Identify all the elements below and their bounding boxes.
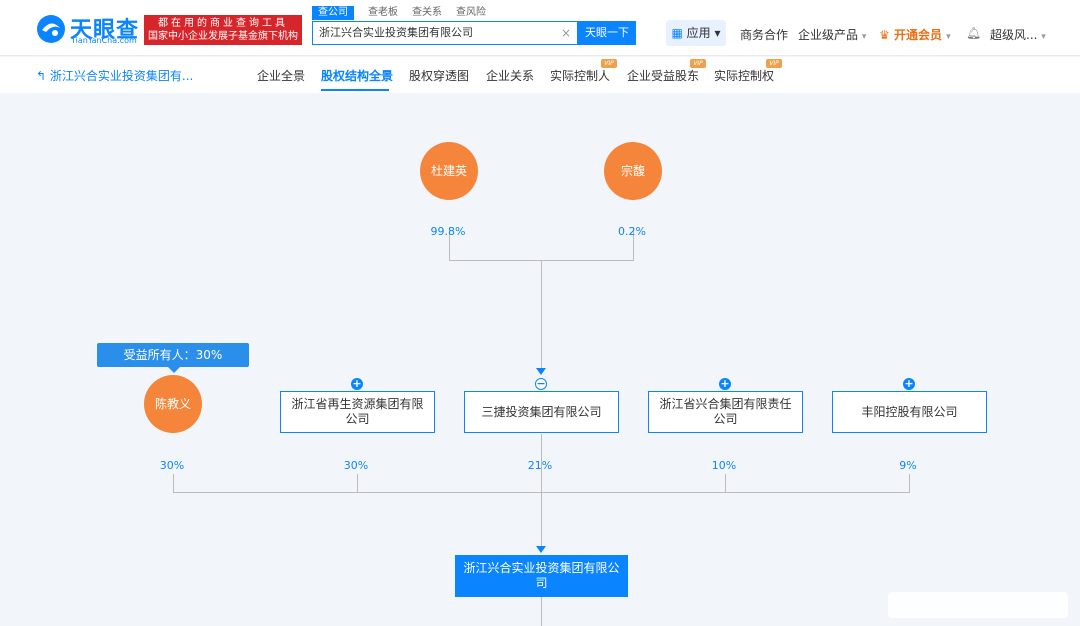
- beneficial-owner-tooltip: 受益所有人：30%: [97, 343, 249, 367]
- nav-business[interactable]: 商务合作: [740, 26, 788, 43]
- back-arrow-icon: ↰: [36, 69, 47, 83]
- collapse-minus-icon[interactable]: −: [535, 378, 547, 390]
- shareholder-company-node[interactable]: 丰阳控股有限公司: [832, 391, 987, 433]
- expand-plus-icon[interactable]: +: [351, 378, 363, 390]
- search-tab-boss[interactable]: 查老板: [368, 6, 398, 20]
- user-menu[interactable]: 超级风... ▾: [990, 26, 1046, 43]
- shareholder-person-node[interactable]: 杜建英: [420, 142, 478, 200]
- search-tab-risk[interactable]: 查风险: [456, 6, 486, 20]
- share-percentage: 99.8%: [430, 225, 466, 238]
- caret-down-icon: ▾: [714, 26, 721, 40]
- share-percentage: 30%: [343, 459, 369, 472]
- share-percentage: 9%: [899, 459, 917, 472]
- slogan-line1: 都在用的商业查询工具: [158, 18, 288, 29]
- target-company-node[interactable]: 浙江兴合实业投资集团有限公司: [455, 555, 628, 597]
- nav-open-vip-label: 开通会员: [893, 28, 942, 42]
- tianyancha-logo-icon[interactable]: [36, 14, 66, 44]
- connector-line: [541, 597, 542, 626]
- tab-overview[interactable]: 企业全景: [257, 67, 305, 84]
- shareholder-company-node[interactable]: 浙江省兴合集团有限责任公司: [648, 391, 803, 433]
- nav-enterprise-products[interactable]: 企业级产品 ▾: [798, 26, 866, 43]
- tab-control-rights[interactable]: 实际控制权: [714, 67, 774, 84]
- connector-line: [541, 434, 542, 546]
- back-link-label: 浙江兴合实业投资集团有...: [49, 69, 194, 83]
- search-tab-relation[interactable]: 查关系: [412, 6, 442, 20]
- shareholder-person-node[interactable]: 陈教义: [144, 375, 202, 433]
- slogan-line2: 国家中小企业发展子基金旗下机构: [148, 31, 298, 42]
- clear-icon[interactable]: ×: [561, 22, 571, 44]
- watermark-overlay: [888, 592, 1068, 618]
- arrow-down-icon: [536, 368, 546, 375]
- apps-button-label: 应用: [686, 26, 711, 40]
- nav-open-vip[interactable]: ♛ 开通会员 ▾: [879, 26, 951, 43]
- shareholder-company-node[interactable]: 三捷投资集团有限公司: [464, 391, 619, 433]
- search-input[interactable]: 浙江兴合实业投资集团有限公司 ×: [312, 21, 578, 45]
- vip-badge: VIP: [601, 59, 617, 68]
- top-header: 天眼查 TianYanCha.com 都在用的商业查询工具 国家中小企业发展子基…: [0, 0, 1080, 56]
- vip-badge: VIP: [690, 59, 706, 68]
- active-tab-indicator: [321, 89, 389, 91]
- tooltip-pointer: [168, 367, 180, 373]
- tab-equity-penetration[interactable]: 股权穿透图: [409, 67, 469, 84]
- bell-icon[interactable]: 🔔︎: [966, 26, 981, 40]
- connector-line: [541, 260, 542, 370]
- tab-relations[interactable]: 企业关系: [486, 67, 534, 84]
- user-name: 超级风...: [990, 28, 1038, 42]
- connector-line: [357, 474, 358, 492]
- search-button[interactable]: 天眼一下: [578, 21, 636, 45]
- search-type-tabs: 查公司 查老板 查关系 查风险: [312, 6, 500, 20]
- arrow-down-icon: [536, 546, 546, 553]
- shareholder-person-node[interactable]: 宗馥: [604, 142, 662, 200]
- logo-subtext: TianYanCha.com: [71, 36, 137, 45]
- share-percentage: 21%: [527, 459, 553, 472]
- company-subnav: ↰ 浙江兴合实业投资集团有... 企业全景 股权结构全景 股权穿透图 企业关系 …: [0, 57, 1080, 93]
- slogan-banner: 都在用的商业查询工具 国家中小企业发展子基金旗下机构: [144, 15, 302, 45]
- share-percentage: 30%: [159, 459, 185, 472]
- search-input-value: 浙江兴合实业投资集团有限公司: [319, 26, 473, 39]
- connector-line: [173, 492, 910, 493]
- share-percentage: 10%: [711, 459, 737, 472]
- apps-button[interactable]: ▦ 应用 ▾: [666, 20, 726, 46]
- expand-plus-icon[interactable]: +: [719, 378, 731, 390]
- connector-line: [909, 474, 910, 492]
- shareholder-company-node[interactable]: 浙江省再生资源集团有限公司: [280, 391, 435, 433]
- caret-down-icon: ▾: [946, 32, 951, 42]
- tab-equity-structure[interactable]: 股权结构全景: [321, 67, 393, 84]
- connector-line: [725, 474, 726, 492]
- expand-plus-icon[interactable]: +: [903, 378, 915, 390]
- connector-line: [173, 474, 174, 492]
- caret-down-icon: ▾: [861, 32, 867, 42]
- tab-actual-controller[interactable]: 实际控制人: [550, 67, 610, 84]
- tab-beneficial-shareholders[interactable]: 企业受益股东: [627, 67, 699, 84]
- back-link[interactable]: ↰ 浙江兴合实业投资集团有...: [36, 67, 193, 84]
- caret-down-icon: ▾: [1041, 32, 1046, 42]
- search-tab-company[interactable]: 查公司: [312, 6, 354, 20]
- vip-badge: VIP: [766, 59, 782, 68]
- nav-enterprise-products-label: 企业级产品: [798, 28, 859, 42]
- share-percentage: 0.2%: [618, 225, 646, 238]
- crown-icon: ♛: [879, 28, 890, 42]
- grid-icon: ▦: [671, 26, 683, 40]
